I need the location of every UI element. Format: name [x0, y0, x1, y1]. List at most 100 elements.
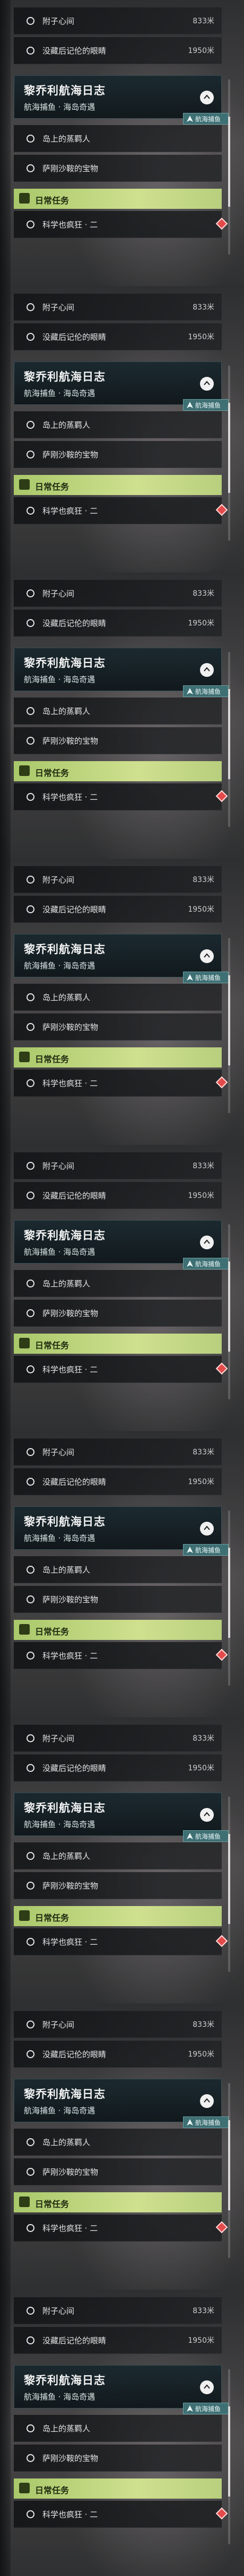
- quest-row-2[interactable]: 没藏后记伦的眼睛 1950米: [14, 323, 222, 350]
- scroll-thumb[interactable]: [228, 2406, 230, 2496]
- navigation-tag[interactable]: 航海捕鱼: [183, 1544, 229, 1556]
- quest-row-1[interactable]: 附子心间 833米: [14, 866, 222, 893]
- scrollbar[interactable]: [228, 652, 230, 827]
- scroll-thumb[interactable]: [228, 689, 230, 779]
- daily-task-bar[interactable]: 日常任务: [14, 1334, 222, 1354]
- quest-subtask-1[interactable]: 岛上的蒸羁人: [14, 984, 222, 1011]
- quest-subtask-1[interactable]: 岛上的蒸羁人: [14, 1842, 222, 1869]
- quest-row-1[interactable]: 附子心间 833米: [14, 1439, 222, 1466]
- quest-row-1[interactable]: 附子心间 833米: [14, 7, 222, 34]
- scroll-thumb[interactable]: [228, 403, 230, 493]
- quest-row-2[interactable]: 没藏后记伦的眼睛 1950米: [14, 1754, 222, 1781]
- scroll-thumb[interactable]: [228, 117, 230, 207]
- daily-task-bar[interactable]: 日常任务: [14, 761, 222, 781]
- collapse-button[interactable]: [200, 91, 214, 104]
- quest-subtask-2[interactable]: 萨刚沙鞍的宝物: [14, 1872, 222, 1899]
- navigation-tag[interactable]: 航海捕鱼: [183, 2403, 229, 2414]
- navigation-tag[interactable]: 航海捕鱼: [183, 972, 229, 983]
- quest-subtask-1[interactable]: 岛上的蒸羁人: [14, 125, 222, 152]
- scrollbar[interactable]: [228, 1797, 230, 1972]
- quest-subtask-2[interactable]: 萨刚沙鞍的宝物: [14, 441, 222, 468]
- quest-row-2[interactable]: 没藏后记伦的眼睛 1950米: [14, 610, 222, 637]
- quest-header[interactable]: 黎乔利航海日志 航海捕鱼 · 海岛奇遇 航海捕鱼: [14, 1506, 229, 1556]
- quest-row-1[interactable]: 附子心间 833米: [14, 580, 222, 607]
- daily-task-bar[interactable]: 日常任务: [14, 475, 222, 495]
- daily-task-bar[interactable]: 日常任务: [14, 1906, 222, 1926]
- quest-subtask-1[interactable]: 岛上的蒸羁人: [14, 2415, 222, 2442]
- quest-header[interactable]: 黎乔利航海日志 航海捕鱼 · 海岛奇遇 航海捕鱼: [14, 361, 229, 411]
- collapse-button[interactable]: [200, 663, 214, 677]
- navigation-tag[interactable]: 航海捕鱼: [183, 399, 229, 411]
- navigation-tag[interactable]: 航海捕鱼: [183, 113, 229, 125]
- quest-subtask-2[interactable]: 萨刚沙鞍的宝物: [14, 1013, 222, 1040]
- daily-task-row[interactable]: 科学也疯狂 · 二: [14, 211, 228, 238]
- quest-subtask-2[interactable]: 萨刚沙鞍的宝物: [14, 2445, 222, 2472]
- daily-task-row[interactable]: 科学也疯狂 · 二: [14, 1928, 228, 1955]
- quest-header[interactable]: 黎乔利航海日志 航海捕鱼 · 海岛奇遇 航海捕鱼: [14, 648, 229, 697]
- daily-task-row[interactable]: 科学也疯狂 · 二: [14, 497, 228, 524]
- navigation-tag[interactable]: 航海捕鱼: [183, 1258, 229, 1269]
- quest-header[interactable]: 黎乔利航海日志 航海捕鱼 · 海岛奇遇 航海捕鱼: [14, 2079, 229, 2128]
- quest-row-2[interactable]: 没藏后记伦的眼睛 1950米: [14, 1468, 222, 1495]
- scroll-thumb[interactable]: [228, 1548, 230, 1638]
- quest-subtask-1[interactable]: 岛上的蒸羁人: [14, 1270, 222, 1297]
- daily-task-row[interactable]: 科学也疯狂 · 二: [14, 2501, 228, 2528]
- daily-task-bar[interactable]: 日常任务: [14, 189, 222, 209]
- quest-subtask-1[interactable]: 岛上的蒸羁人: [14, 2129, 222, 2156]
- quest-row-2[interactable]: 没藏后记伦的眼睛 1950米: [14, 37, 222, 64]
- daily-task-row[interactable]: 科学也疯狂 · 二: [14, 2215, 228, 2242]
- scroll-thumb[interactable]: [228, 1261, 230, 1352]
- quest-row-1[interactable]: 附子心间 833米: [14, 2297, 222, 2324]
- quest-header[interactable]: 黎乔利航海日志 航海捕鱼 · 海岛奇遇 航海捕鱼: [14, 75, 229, 125]
- quest-header[interactable]: 黎乔利航海日志 航海捕鱼 · 海岛奇遇 航海捕鱼: [14, 1220, 229, 1269]
- quest-subtask-1[interactable]: 岛上的蒸羁人: [14, 411, 222, 438]
- quest-subtask-1[interactable]: 岛上的蒸羁人: [14, 1556, 222, 1583]
- collapse-button[interactable]: [200, 1236, 214, 1249]
- collapse-button[interactable]: [200, 377, 214, 391]
- daily-task-row[interactable]: 科学也疯狂 · 二: [14, 1356, 228, 1383]
- quest-subtask-2[interactable]: 萨刚沙鞍的宝物: [14, 155, 222, 182]
- daily-task-row[interactable]: 科学也疯狂 · 二: [14, 783, 228, 810]
- quest-subtask-2[interactable]: 萨刚沙鞍的宝物: [14, 727, 222, 754]
- collapse-button[interactable]: [200, 2094, 214, 2108]
- scrollbar[interactable]: [228, 80, 230, 254]
- collapse-button[interactable]: [200, 2380, 214, 2394]
- quest-header[interactable]: 黎乔利航海日志 航海捕鱼 · 海岛奇遇 航海捕鱼: [14, 934, 229, 983]
- quest-row-1[interactable]: 附子心间 833米: [14, 294, 222, 321]
- daily-task-row[interactable]: 科学也疯狂 · 二: [14, 1642, 228, 1669]
- quest-row-1[interactable]: 附子心间 833米: [14, 2011, 222, 2038]
- collapse-button[interactable]: [200, 1522, 214, 1536]
- navigation-tag[interactable]: 航海捕鱼: [183, 685, 229, 697]
- circle-icon: [27, 1162, 34, 1170]
- quest-subtask-2[interactable]: 萨刚沙鞍的宝物: [14, 2158, 222, 2185]
- quest-row-2[interactable]: 没藏后记伦的眼睛 1950米: [14, 896, 222, 923]
- scroll-thumb[interactable]: [228, 975, 230, 1065]
- scrollbar[interactable]: [228, 366, 230, 541]
- daily-task-bar[interactable]: 日常任务: [14, 1047, 222, 1068]
- quest-row-1[interactable]: 附子心间 833米: [14, 1152, 222, 1179]
- scrollbar[interactable]: [228, 938, 230, 1113]
- collapse-button[interactable]: [200, 949, 214, 963]
- quest-row-1[interactable]: 附子心间 833米: [14, 1725, 222, 1752]
- quest-header[interactable]: 黎乔利航海日志 航海捕鱼 · 海岛奇遇 航海捕鱼: [14, 1793, 229, 1842]
- navigation-tag[interactable]: 航海捕鱼: [183, 2116, 229, 2128]
- quest-subtask-2[interactable]: 萨刚沙鞍的宝物: [14, 1300, 222, 1327]
- navigation-tag[interactable]: 航海捕鱼: [183, 1830, 229, 1842]
- quest-subtask-1[interactable]: 岛上的蒸羁人: [14, 698, 222, 725]
- scrollbar[interactable]: [228, 2369, 230, 2544]
- scrollbar[interactable]: [228, 2083, 230, 2258]
- scrollbar[interactable]: [228, 1511, 230, 1686]
- quest-row-2[interactable]: 没藏后记伦的眼睛 1950米: [14, 2327, 222, 2354]
- daily-task-bar[interactable]: 日常任务: [14, 2478, 222, 2499]
- scroll-thumb[interactable]: [228, 1834, 230, 1924]
- daily-task-row[interactable]: 科学也疯狂 · 二: [14, 1070, 228, 1097]
- quest-row-2[interactable]: 没藏后记伦的眼睛 1950米: [14, 2041, 222, 2068]
- scrollbar[interactable]: [228, 1224, 230, 1399]
- daily-task-bar[interactable]: 日常任务: [14, 1620, 222, 1640]
- quest-header[interactable]: 黎乔利航海日志 航海捕鱼 · 海岛奇遇 航海捕鱼: [14, 2365, 229, 2414]
- scroll-thumb[interactable]: [228, 2120, 230, 2210]
- collapse-button[interactable]: [200, 1808, 214, 1822]
- quest-row-2[interactable]: 没藏后记伦的眼睛 1950米: [14, 1182, 222, 1209]
- quest-subtask-2[interactable]: 萨刚沙鞍的宝物: [14, 1586, 222, 1613]
- daily-task-bar[interactable]: 日常任务: [14, 2192, 222, 2212]
